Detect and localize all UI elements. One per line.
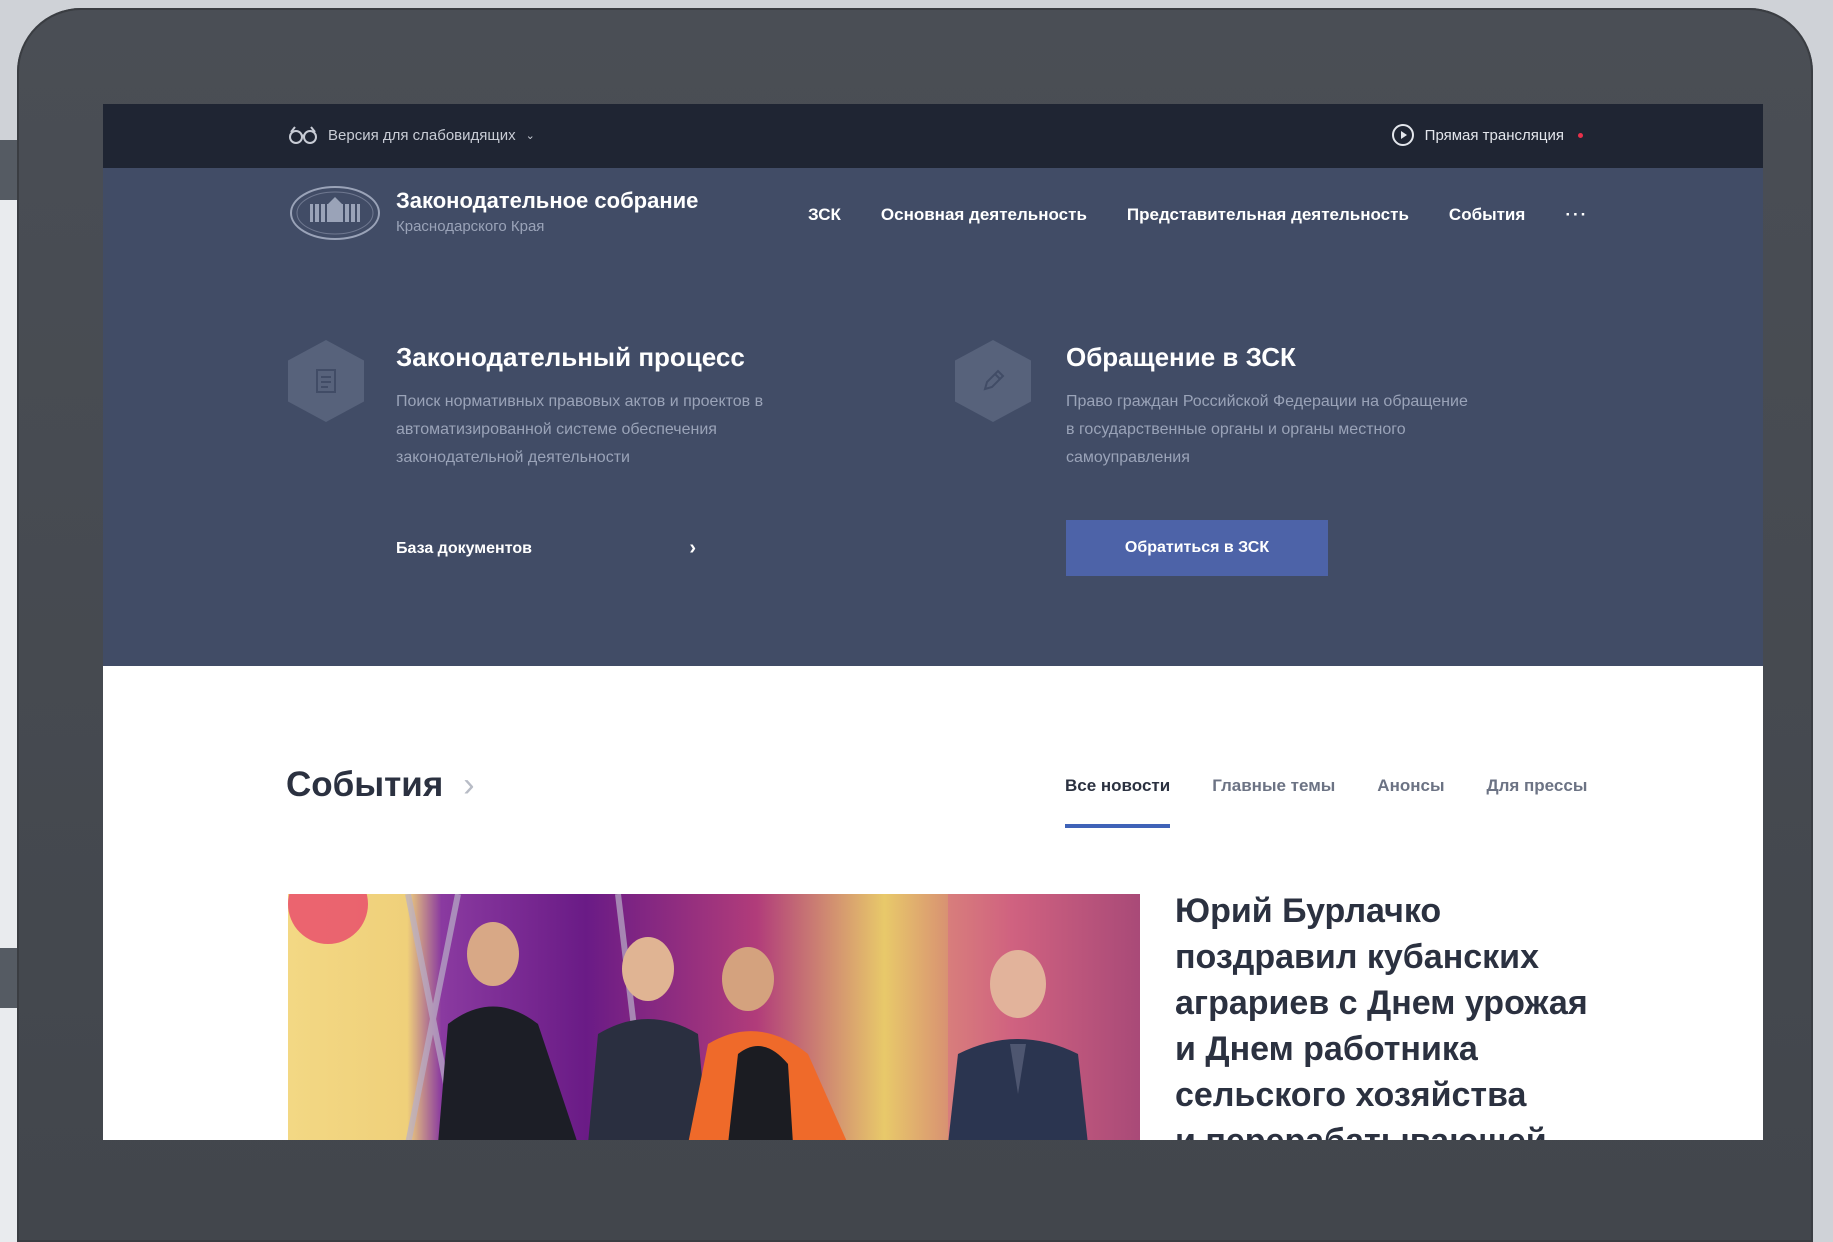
documents-database-link[interactable]: База документов ›: [396, 537, 696, 560]
browser-viewport: Версия для слабовидящих ⌄ Прямая трансля…: [103, 104, 1763, 1140]
events-tabs: Все новости Главные темы Анонсы Для прес…: [1065, 776, 1587, 828]
events-title: События: [286, 765, 444, 804]
headline-line: аграриев с Днем урожая: [1175, 984, 1588, 1022]
site-header: Законодательное собрание Краснодарского …: [103, 168, 1763, 261]
tab-announcements[interactable]: Анонсы: [1377, 776, 1444, 828]
tab-main-topics[interactable]: Главные темы: [1212, 776, 1335, 828]
legislative-process-description: Поиск нормативных правовых актов и проек…: [396, 388, 763, 472]
nav-item-main-activity[interactable]: Основная деятельность: [881, 205, 1087, 225]
description-line: в государственные органы и органы местно…: [1066, 421, 1406, 438]
headline-line: и перерабатывающей: [1175, 1118, 1595, 1140]
appeal-description: Право граждан Российской Федерации на об…: [1066, 388, 1468, 472]
news-photo[interactable]: [288, 894, 1140, 1140]
description-line: Поиск нормативных правовых актов и проек…: [396, 393, 764, 410]
appeal-button[interactable]: Обратиться в ЗСК: [1066, 520, 1328, 576]
nav-item-representative-activity[interactable]: Представительная деятельность: [1127, 205, 1409, 225]
play-circle-icon: [1391, 124, 1414, 146]
top-utility-bar: Версия для слабовидящих ⌄ Прямая трансля…: [103, 104, 1763, 168]
pencil-icon: [955, 340, 1031, 422]
description-line: законодательной деятельности: [396, 449, 630, 466]
headline-line: Юрий Бурлачко: [1175, 892, 1442, 930]
chevron-right-icon: ›: [463, 765, 475, 804]
org-subtitle: Краснодарского Края: [396, 218, 545, 235]
accessibility-label: Версия для слабовидящих: [328, 126, 516, 144]
org-name[interactable]: Законодательное собрание: [396, 188, 698, 214]
accessibility-toggle[interactable]: Версия для слабовидящих ⌄: [288, 124, 535, 146]
legislative-process-title: Законодательный процесс: [396, 342, 745, 372]
nav-item-events[interactable]: События: [1449, 205, 1525, 225]
live-stream-label: Прямая трансляция: [1424, 126, 1564, 144]
assembly-logo[interactable]: [288, 184, 382, 242]
headline-line: поздравил кубанских: [1175, 938, 1539, 976]
documents-database-label: База документов: [396, 539, 532, 557]
tab-for-press[interactable]: Для прессы: [1486, 776, 1587, 828]
hero-section: Законодательный процесс Поиск нормативны…: [103, 260, 1763, 666]
live-indicator-dot: [1578, 132, 1583, 138]
glasses-icon: [289, 126, 317, 144]
description-line: самоуправления: [1066, 449, 1190, 466]
live-stream-link[interactable]: Прямая трансляция: [1391, 123, 1583, 147]
appeal-title: Обращение в ЗСК: [1066, 342, 1296, 372]
headline-line: и Днем работника: [1175, 1030, 1478, 1068]
chevron-down-icon: ⌄: [525, 129, 535, 142]
news-photo-illustration: [288, 894, 1140, 1140]
headline-line: сельского хозяйства: [1175, 1076, 1527, 1114]
more-menu-icon[interactable]: ···: [1565, 205, 1588, 225]
tab-all-news[interactable]: Все новости: [1065, 776, 1171, 828]
description-line: Право граждан Российской Федерации на об…: [1066, 393, 1468, 410]
chevron-right-icon: ›: [689, 537, 696, 559]
events-heading[interactable]: События ›: [286, 765, 475, 805]
main-nav: ЗСК Основная деятельность Представительн…: [808, 205, 1588, 225]
description-line: автоматизированной системе обеспечения: [396, 421, 717, 438]
document-icon: [288, 340, 364, 422]
nav-item-zsk[interactable]: ЗСК: [808, 205, 841, 225]
laptop-frame: Версия для слабовидящих ⌄ Прямая трансля…: [17, 8, 1813, 1242]
news-headline[interactable]: Юрий Бурлачко поздравил кубанских аграри…: [1175, 888, 1595, 1140]
